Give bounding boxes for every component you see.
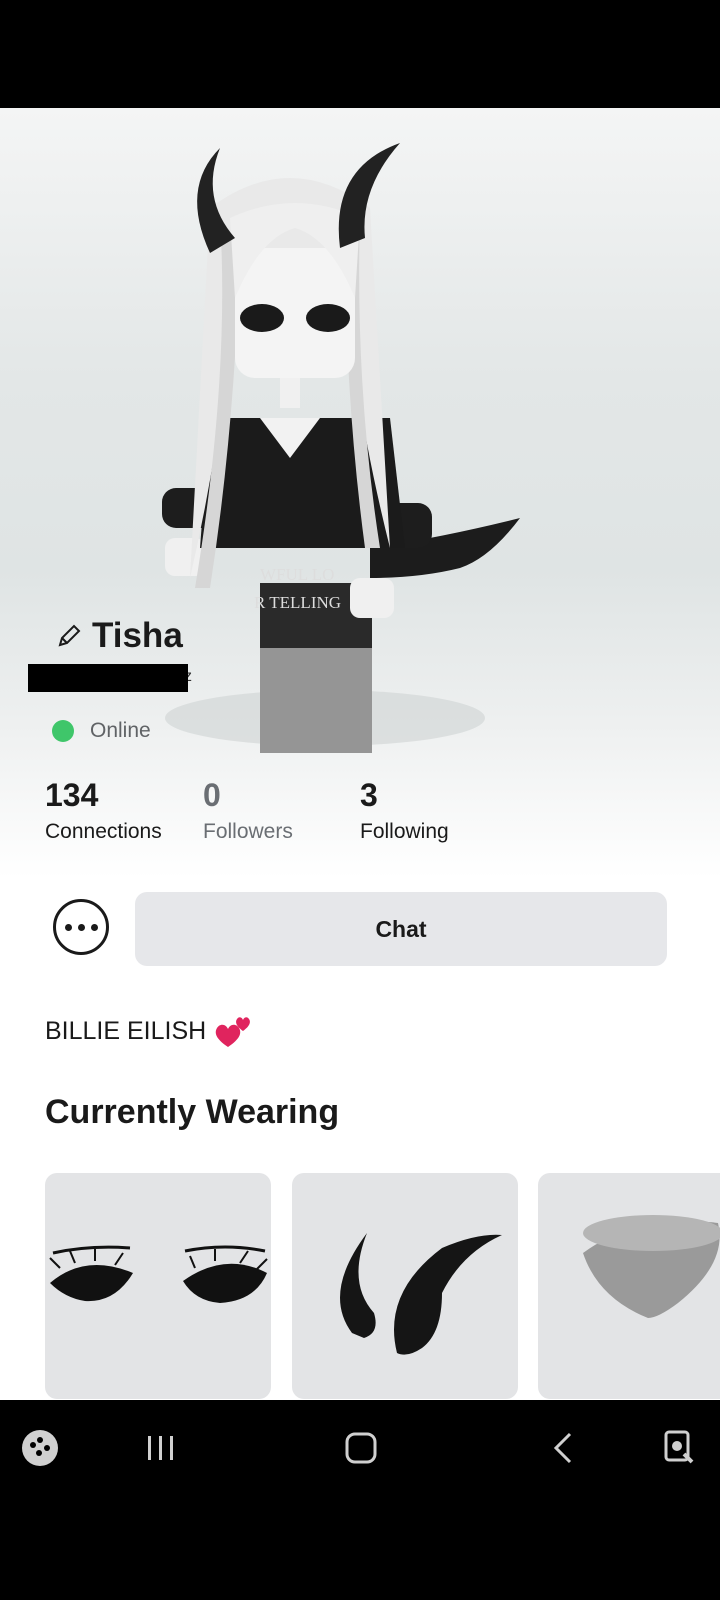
profile-page: WFUL LO R TELLING Tisha Online 134 Conne… [0, 108, 720, 1400]
status-text: Online [90, 719, 151, 742]
two-hearts-icon [215, 1017, 251, 1047]
section-title: Currently Wearing [45, 1093, 340, 1131]
status-bar [0, 0, 720, 108]
stat-label: Following [360, 820, 449, 843]
stat-followers[interactable]: 0 Followers [203, 776, 293, 844]
torso-part-icon [583, 1215, 720, 1318]
system-navigation-bar [0, 1400, 720, 1600]
recent-apps-icon[interactable] [145, 1428, 177, 1468]
stat-value: 3 [360, 777, 378, 813]
chat-button[interactable]: Chat [135, 892, 667, 966]
more-options-button[interactable] [53, 899, 109, 955]
avatar-image: WFUL LO R TELLING [162, 143, 520, 753]
home-icon[interactable] [343, 1428, 379, 1468]
shirt-text-1: WFUL LO [260, 565, 334, 584]
stat-connections[interactable]: 134 Connections [45, 776, 162, 844]
online-dot-icon [52, 720, 74, 742]
horns-icon [340, 1233, 502, 1355]
stat-label: Connections [45, 820, 162, 843]
bio-text: BILLIE EILISH [45, 1016, 207, 1045]
avatar-hero: WFUL LO R TELLING Tisha Online 134 Conne… [0, 108, 720, 878]
display-name: Tisha [92, 616, 183, 655]
shirt-text-2: R TELLING [254, 593, 341, 612]
redaction-bar [28, 664, 188, 692]
presence-status: Online [52, 719, 151, 743]
pencil-edit-icon[interactable] [54, 621, 84, 651]
bio: BILLIE EILISH [45, 1013, 254, 1049]
name-row: Tisha [54, 616, 183, 656]
game-launcher-icon[interactable] [20, 1428, 60, 1468]
back-icon[interactable] [548, 1428, 578, 1468]
stat-label: Followers [203, 820, 293, 843]
eyelashes-face-icon [49, 1245, 268, 1303]
ellipsis-icon [64, 923, 98, 931]
wearing-item-eyelashes[interactable] [45, 1173, 271, 1399]
wearing-item-torso[interactable] [538, 1173, 720, 1399]
wearing-item-horns[interactable] [292, 1173, 518, 1399]
stat-value: 0 [203, 777, 221, 813]
accessibility-icon[interactable] [660, 1428, 700, 1468]
stat-following[interactable]: 3 Following [360, 776, 449, 844]
stat-value: 134 [45, 777, 99, 813]
